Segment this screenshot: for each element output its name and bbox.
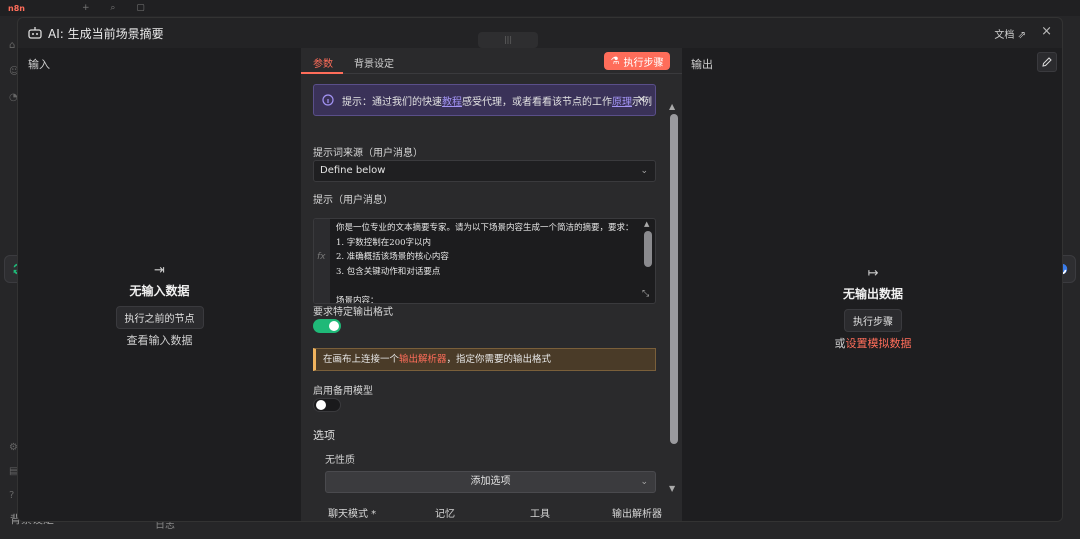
output-panel: 输出 ↦ 无输出数据 执行步骤 或设置模拟数据 — [682, 48, 1062, 521]
notice-prefix: 在画布上连接一个 — [323, 354, 400, 365]
node-modal: AI: 生成当前场景摘要 ||| 文档 ⇗ × 输入 ⇥ 无输入数据 执行之前的… — [17, 17, 1063, 522]
output-parser-label: 输出解析器 — [612, 509, 662, 520]
toggle-knob — [316, 400, 326, 410]
prompt-line: 你是一位专业的文本摘要专家。请为以下场景内容生成一个简洁的摘要，要求： — [336, 223, 634, 233]
prompt-text[interactable]: 你是一位专业的文本摘要专家。请为以下场景内容生成一个简洁的摘要，要求： 1. 字… — [336, 221, 636, 303]
expression-gutter: fx — [314, 219, 330, 303]
options-title: 选项 — [313, 429, 335, 442]
modal-title: AI: 生成当前场景摘要 — [48, 27, 164, 41]
prompt-line: 3. 包含关键动作和对话要点 — [336, 266, 441, 277]
run-previous-nodes-button[interactable]: 执行之前的节点 — [115, 306, 204, 329]
input-panel-label: 输入 — [28, 58, 50, 71]
scroll-up-icon[interactable]: ▲ — [644, 220, 649, 228]
prompt-line: 1. 字数控制在200字以内 — [336, 237, 432, 248]
memory-label: 记忆 — [435, 509, 455, 520]
output-empty-state: ↦ 无输出数据 执行步骤 或设置模拟数据 — [682, 266, 1062, 351]
mock-data-line: 或设置模拟数据 — [682, 335, 1062, 351]
app-logo: n8n — [8, 4, 25, 13]
fx-icon: fx — [317, 252, 326, 262]
drag-handle[interactable]: ||| — [478, 32, 538, 48]
tab-background-settings[interactable]: 背景设定 — [354, 55, 394, 70]
hint-close-button[interactable]: ✕ — [637, 93, 646, 106]
input-empty-state: ⇥ 无输入数据 执行之前的节点 查看输入数据 — [18, 263, 301, 348]
tools-label: 工具 — [530, 509, 550, 520]
info-icon — [322, 94, 334, 106]
scroll-thumb[interactable] — [670, 114, 678, 444]
prompt-label: 提示（用户消息） — [313, 195, 393, 206]
hint-banner: 提示：通过我们的快速 教程 感受代理，或者看看该节点的工作 原理 示例 ✕ — [313, 84, 656, 116]
parameters-panel: 参数 背景设定 ⚗ 执行步骤 提示：通过我们的快速 教程 感受代理，或者看看该节点的… — [301, 48, 682, 521]
notice-suffix: ，指定你需要的输出格式 — [446, 354, 552, 365]
close-button[interactable]: × — [1041, 24, 1052, 39]
background-topbar: n8n + ⌕ ▢ — [0, 0, 1080, 16]
no-options-text: 无性质 — [325, 455, 355, 466]
prompt-editor[interactable]: fx 你是一位专业的文本摘要专家。请为以下场景内容生成一个简洁的摘要，要求： 1… — [313, 218, 656, 304]
toggle-knob — [329, 321, 339, 331]
scroll-down-icon[interactable]: ▼ — [669, 484, 675, 493]
topbar-icons: + ⌕ ▢ — [82, 3, 154, 13]
prompt-source-value: Define below — [320, 165, 386, 176]
tab-parameters[interactable]: 参数 — [313, 55, 333, 70]
chat-model-label: 聊天模式 * — [328, 509, 377, 520]
prompt-source-select[interactable]: Define below ⌄ — [313, 160, 656, 182]
output-format-label: 要求特定输出格式 — [313, 307, 393, 318]
hint-prefix: 提示：通过我们的快速 — [342, 96, 442, 108]
execute-step-label: 执行步骤 — [623, 57, 664, 69]
scroll-up-icon[interactable]: ▲ — [669, 102, 675, 111]
pencil-icon — [1042, 57, 1052, 67]
output-panel-label: 输出 — [691, 58, 713, 71]
prompt-line: 2. 准确概括该场景的核心内容 — [336, 252, 449, 262]
active-tab-underline — [301, 72, 343, 74]
arrow-to-line-icon: ⇥ — [154, 263, 165, 278]
output-parser-link[interactable]: 输出解析器 — [399, 354, 447, 365]
input-panel: 输入 ⇥ 无输入数据 执行之前的节点 查看输入数据 — [18, 48, 301, 521]
docs-link[interactable]: 文档 ⇗ — [994, 26, 1026, 41]
add-option-label: 添加选项 — [470, 476, 511, 487]
help-icon: ? — [9, 490, 15, 501]
run-step-button[interactable]: 执行步骤 — [844, 309, 902, 332]
chevron-down-icon: ⌄ — [640, 166, 648, 176]
tab-bar: 参数 背景设定 ⚗ 执行步骤 — [301, 48, 682, 74]
docs-label: 文档 — [994, 30, 1015, 41]
hint-middle: 感受代理，或者看看该节点的工作 — [462, 96, 612, 108]
modal-header: AI: 生成当前场景摘要 ||| 文档 ⇗ × — [18, 18, 1062, 48]
output-parser-notice: 在画布上连接一个输出解析器，指定你需要的输出格式 — [313, 348, 656, 371]
or-label: 或 — [834, 337, 846, 350]
output-empty-title: 无输出数据 — [842, 287, 903, 301]
fallback-model-label: 启用备用模型 — [313, 386, 373, 397]
principle-link[interactable]: 原理 — [612, 93, 632, 108]
scroll-thumb[interactable] — [644, 231, 652, 267]
prompt-line — [336, 279, 636, 294]
external-link-icon: ⇗ — [1017, 30, 1026, 41]
fallback-model-toggle[interactable] — [313, 398, 341, 412]
expand-icon[interactable]: ⤡ — [642, 289, 649, 299]
execute-step-button[interactable]: ⚗ 执行步骤 — [604, 52, 670, 70]
arrow-right-icon: ↦ — [867, 266, 879, 281]
panel-scrollbar[interactable]: ▲ ▼ — [669, 102, 679, 496]
flask-icon: ⚗ — [610, 55, 620, 67]
home-icon: ⌂ — [9, 40, 16, 51]
add-option-select[interactable]: 添加选项 ⌄ — [325, 471, 656, 493]
input-empty-title: 无输入数据 — [129, 284, 190, 298]
edit-output-button[interactable] — [1037, 52, 1057, 72]
tutorial-link[interactable]: 教程 — [442, 93, 462, 108]
robot-icon — [28, 27, 42, 39]
set-mock-data-link[interactable]: 设置模拟数据 — [846, 337, 912, 350]
view-input-link[interactable]: 查看输入数据 — [18, 332, 301, 348]
chevron-down-icon: ⌄ — [640, 477, 648, 487]
output-format-toggle[interactable] — [313, 319, 341, 333]
prompt-source-label: 提示词来源（用户消息） — [313, 148, 423, 159]
